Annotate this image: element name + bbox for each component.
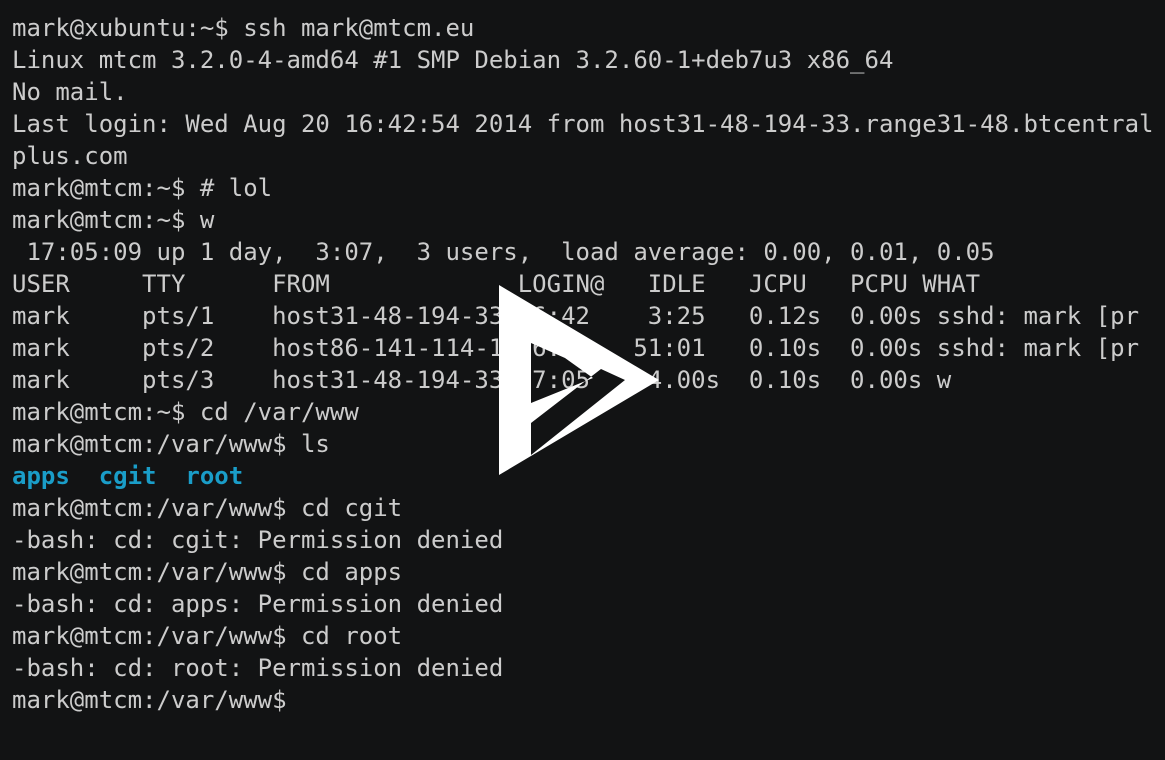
terminal-line: Linux mtcm 3.2.0-4-amd64 #1 SMP Debian 3… [12,46,894,74]
terminal-line: mark@xubuntu:~$ ssh mark@mtcm.eu [12,14,475,42]
terminal-line: mark@mtcm:/var/www$ cd apps [12,558,403,586]
terminal-line: -bash: cd: root: Permission denied [12,654,504,682]
terminal-line: 17:05:09 up 1 day, 3:07, 3 users, load a… [12,238,995,266]
terminal-window[interactable]: mark@xubuntu:~$ ssh mark@mtcm.eu Linux m… [0,0,1165,760]
terminal-line: -bash: cd: apps: Permission denied [12,590,504,618]
terminal-line: mark@mtcm:~$ w [12,206,215,234]
directory-entry-root: root [185,462,244,490]
terminal-line: plus.com [12,142,128,170]
directory-entry-apps: apps [12,462,70,490]
terminal-line: Last login: Wed Aug 20 16:42:54 2014 fro… [12,110,1154,138]
terminal-line: -bash: cd: cgit: Permission denied [12,526,504,554]
terminal-line: mark@mtcm:/var/www$ cd root [12,622,403,650]
terminal-line: mark@mtcm:/var/www$ cd cgit [12,494,403,522]
terminal-line: mark@mtcm:~$ # lol [12,174,273,202]
terminal-prompt: mark@mtcm:/var/www$ [12,686,287,714]
directory-entry-cgit: cgit [98,462,157,490]
play-icon[interactable] [497,283,662,478]
terminal-line: No mail. [12,78,128,106]
